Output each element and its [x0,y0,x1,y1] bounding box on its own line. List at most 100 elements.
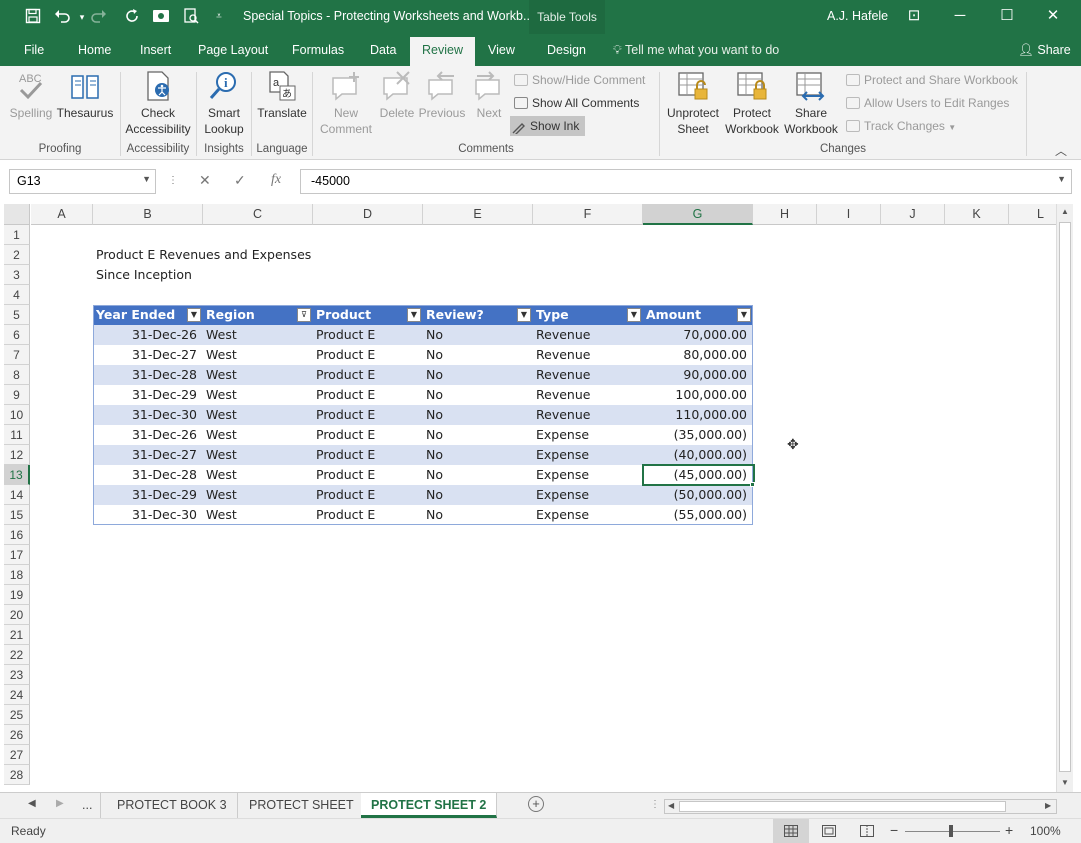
check-accessibility-button[interactable]: Check Accessibility [124,70,192,137]
filter-dropdown-icon[interactable]: ▼ [407,308,421,322]
column-header-j[interactable]: J [881,204,945,225]
sheet-subtitle[interactable]: Since Inception [96,265,192,285]
cell-year-ended[interactable]: 31-Dec-30 [93,505,197,525]
cell-review[interactable]: No [426,465,443,485]
row-header-14[interactable]: 14 [4,485,30,505]
cell-product[interactable]: Product E [316,345,375,365]
cell-region[interactable]: West [206,345,237,365]
table-header-review[interactable]: Review? ▼ [423,305,533,325]
cell-amount[interactable]: 90,000.00 [643,365,747,385]
row-header-28[interactable]: 28 [4,765,30,785]
expand-formula-icon[interactable]: ▼ [1057,174,1066,184]
sheet-tab-protect-sheet-2[interactable]: PROTECT SHEET 2 [361,793,498,818]
row-header-16[interactable]: 16 [4,525,30,545]
filter-applied-icon[interactable]: ⊽ [297,308,311,322]
zoom-level[interactable]: 100% [1030,824,1061,838]
cell-region[interactable]: West [206,365,237,385]
cell-review[interactable]: No [426,385,443,405]
cancel-icon[interactable]: ✕ [199,172,211,189]
cell-amount[interactable]: 80,000.00 [643,345,747,365]
row-header-9[interactable]: 9 [4,385,30,405]
cell-review[interactable]: No [426,485,443,505]
cell-year-ended[interactable]: 31-Dec-29 [93,485,197,505]
cell-amount[interactable]: (55,000.00) [643,505,747,525]
name-box-dropdown-icon[interactable]: ▼ [142,174,151,184]
cell-region[interactable]: West [206,385,237,405]
cell-region[interactable]: West [206,505,237,525]
table-header-product[interactable]: Product ▼ [313,305,423,325]
cell-year-ended[interactable]: 31-Dec-26 [93,325,197,345]
page-layout-view-button[interactable] [822,825,836,840]
tab-view[interactable]: View [488,43,515,57]
minimize-button[interactable]: ─ [948,5,972,27]
scroll-down-icon[interactable]: ▼ [1061,778,1069,787]
tab-file[interactable]: File [24,43,44,57]
cell-type[interactable]: Revenue [536,405,590,425]
cell-type[interactable]: Expense [536,505,589,525]
tab-page-layout[interactable]: Page Layout [198,43,268,57]
cell-type[interactable]: Revenue [536,325,590,345]
cell-amount[interactable]: (35,000.00) [643,425,747,445]
cell-review[interactable]: No [426,325,443,345]
save-icon[interactable] [23,8,43,28]
translate-button[interactable]: aあ Translate [254,70,310,121]
thesaurus-button[interactable]: Thesaurus [56,70,114,121]
customize-qat-icon[interactable]: ⩡ [209,11,229,22]
cell-year-ended[interactable]: 31-Dec-27 [93,445,197,465]
column-header-i[interactable]: I [817,204,881,225]
sheet-tab-protect-book-3[interactable]: PROTECT BOOK 3 [107,793,238,818]
cell-amount[interactable]: 100,000.00 [643,385,747,405]
scroll-left-icon[interactable]: ◀ [668,801,674,810]
ribbon-display-options-icon[interactable]: ⊡ [902,5,926,27]
cell-amount[interactable]: 110,000.00 [643,405,747,425]
user-name[interactable]: A.J. Hafele [827,9,888,23]
cell-region[interactable]: West [206,465,237,485]
cell-product[interactable]: Product E [316,385,375,405]
cell-review[interactable]: No [426,405,443,425]
refresh-icon[interactable] [122,8,142,28]
sheet-tabs-ellipsis[interactable]: ... [74,793,102,818]
undo-icon[interactable] [53,8,73,28]
cell-type[interactable]: Revenue [536,385,590,405]
row-header-19[interactable]: 19 [4,585,30,605]
cell-region[interactable]: West [206,445,237,465]
spelling-button[interactable]: ABC Spelling [8,70,54,121]
cell-amount[interactable]: (40,000.00) [643,445,747,465]
cell-product[interactable]: Product E [316,465,375,485]
scroll-up-icon[interactable]: ▲ [1061,207,1069,216]
scroll-right-icon[interactable]: ▶ [1045,801,1051,810]
table-header-year-ended[interactable]: Year Ended ▼ [93,305,203,325]
cell-year-ended[interactable]: 31-Dec-28 [93,465,197,485]
cell-type[interactable]: Expense [536,425,589,445]
normal-view-button[interactable] [773,819,809,843]
cell-product[interactable]: Product E [316,445,375,465]
column-header-d[interactable]: D [313,204,423,225]
share-button[interactable]: 👤︎ Share [1018,43,1071,58]
next-sheet-icon[interactable]: ▶ [56,798,64,809]
row-header-4[interactable]: 4 [4,285,30,305]
tab-design[interactable]: Design [547,43,586,57]
cell-region[interactable]: West [206,485,237,505]
zoom-out-button[interactable]: − [890,822,898,838]
cell-area[interactable]: Product E Revenues and Expenses Since In… [31,225,1055,785]
cell-type[interactable]: Revenue [536,345,590,365]
cell-product[interactable]: Product E [316,485,375,505]
cell-type[interactable]: Revenue [536,365,590,385]
tab-data[interactable]: Data [370,43,396,57]
cell-review[interactable]: No [426,365,443,385]
vertical-scroll-thumb[interactable] [1059,222,1071,772]
sheet-title[interactable]: Product E Revenues and Expenses [96,245,311,265]
row-header-20[interactable]: 20 [4,605,30,625]
filter-dropdown-icon[interactable]: ▼ [627,308,641,322]
row-header-25[interactable]: 25 [4,705,30,725]
sheet-tab-protect-sheet[interactable]: PROTECT SHEET [239,793,365,818]
new-sheet-button[interactable]: + [528,796,544,812]
cell-review[interactable]: No [426,345,443,365]
close-button[interactable]: ✕ [1041,5,1065,27]
row-header-21[interactable]: 21 [4,625,30,645]
row-header-23[interactable]: 23 [4,665,30,685]
row-header-3[interactable]: 3 [4,265,30,285]
fill-handle[interactable] [750,482,755,487]
row-header-7[interactable]: 7 [4,345,30,365]
row-header-6[interactable]: 6 [4,325,30,345]
